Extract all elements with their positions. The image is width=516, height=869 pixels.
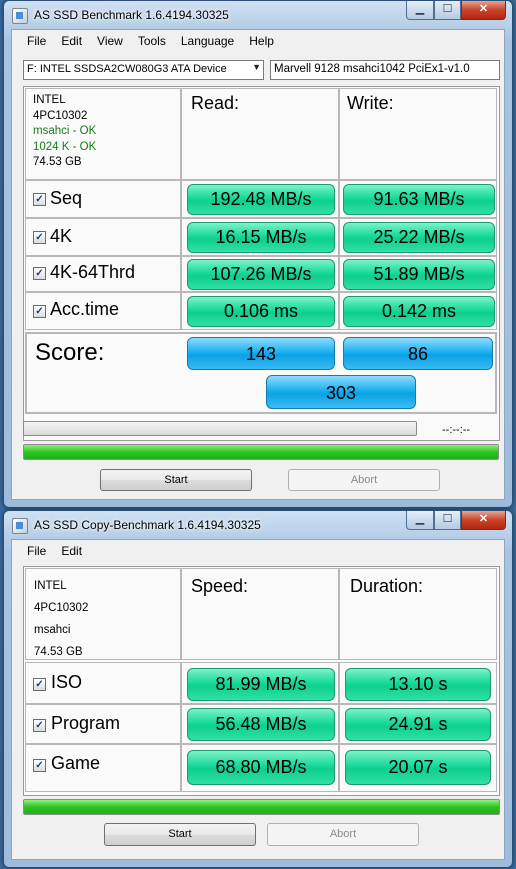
4k64-write-result: 51.89 MB/s <box>343 259 495 290</box>
maximize-button[interactable]: ☐ <box>434 511 461 530</box>
benchmark-window: AS SSD Benchmark 1.6.4194.30325 ▁ ☐ ✕ Fi… <box>3 0 513 508</box>
menu-edit[interactable]: Edit <box>54 30 90 52</box>
menu-bar: File Edit View Tools Language Help <box>12 30 504 52</box>
menu-file[interactable]: File <box>20 30 54 52</box>
device-firmware: 4PC10302 <box>34 602 89 614</box>
4k64-label: 4K-64Thrd <box>50 262 136 282</box>
device-info: INTEL 4PC10302 msahci 74.53 GB <box>34 575 88 663</box>
score-write: 86 <box>343 337 493 370</box>
seq-checkbox[interactable]: ✓ <box>33 193 46 206</box>
score-label: Score: <box>35 339 105 366</box>
device-firmware: 4PC10302 <box>33 109 88 122</box>
game-checkbox[interactable]: ✓ <box>33 759 46 772</box>
start-button[interactable]: Start <box>104 823 256 846</box>
device-size: 74.53 GB <box>34 646 83 658</box>
acctime-label: Acc.time <box>50 299 120 319</box>
results-panel: INTEL 4PC10302 msahci - OK 1024 K - OK 7… <box>23 86 500 441</box>
program-duration-result: 24.91 s <box>345 708 491 741</box>
row-cell <box>25 218 181 256</box>
seq-write-result: 91.63 MB/s <box>343 184 495 215</box>
program-speed-result: 56.48 MB/s <box>187 708 335 741</box>
benchmark-titlebar[interactable]: AS SSD Benchmark 1.6.4194.30325 ▁ ☐ ✕ <box>4 1 512 29</box>
driver-status: msahci - OK <box>33 125 97 137</box>
copy-titlebar[interactable]: AS SSD Copy-Benchmark 1.6.4194.30325 ▁ ☐… <box>4 511 512 539</box>
benchmark-client: File Edit View Tools Language Help F: IN… <box>11 29 505 500</box>
controller-text: Marvell 9128 msahci1042 PciEx1-v1.0 <box>274 63 470 75</box>
speed-header: Speed: <box>191 576 249 596</box>
progress-fill <box>24 800 499 814</box>
menu-edit[interactable]: Edit <box>54 540 90 562</box>
overall-progress-bar <box>23 444 499 460</box>
program-label: Program <box>51 713 121 733</box>
window-title: AS SSD Benchmark 1.6.4194.30325 <box>34 8 229 22</box>
menu-language[interactable]: Language <box>174 30 242 52</box>
close-button[interactable]: ✕ <box>461 1 506 20</box>
drive-select[interactable]: F: INTEL SSDSA2CW080G3 ATA Device ▼ <box>23 60 264 80</box>
abort-button[interactable]: Abort <box>288 469 440 491</box>
4k-label: 4K <box>50 226 73 246</box>
close-button[interactable]: ✕ <box>461 511 506 530</box>
alignment-status: 1024 K - OK <box>33 140 97 153</box>
start-button[interactable]: Start <box>100 469 252 491</box>
4k-write-result: 25.22 MB/s <box>343 222 495 253</box>
device-size: 74.53 GB <box>33 156 82 168</box>
acctime-checkbox[interactable]: ✓ <box>33 305 46 318</box>
acctime-write-result: 0.142 ms <box>343 296 495 327</box>
score-read: 143 <box>187 337 335 370</box>
device-info: INTEL 4PC10302 msahci - OK 1024 K - OK 7… <box>33 93 96 171</box>
acctime-read-result: 0.106 ms <box>187 296 335 327</box>
minimize-button[interactable]: ▁ <box>406 511 434 530</box>
4k-checkbox[interactable]: ✓ <box>33 231 46 244</box>
iso-label: ISO <box>51 672 83 692</box>
write-header: Write: <box>347 93 394 113</box>
chevron-down-icon: ▼ <box>252 62 261 72</box>
copy-progress-bar <box>23 799 500 815</box>
row-cell <box>25 662 181 704</box>
device-vendor: INTEL <box>34 580 67 592</box>
row-cell <box>25 744 181 792</box>
controller-info: Marvell 9128 msahci1042 PciEx1-v1.0 <box>270 60 500 80</box>
4k-read-result: 16.15 MB/s <box>187 222 335 253</box>
menu-help[interactable]: Help <box>242 30 282 52</box>
menu-tools[interactable]: Tools <box>131 30 174 52</box>
game-duration-result: 20.07 s <box>345 750 491 785</box>
elapsed-time: --:--:-- <box>442 424 471 436</box>
seq-label: Seq <box>50 188 83 208</box>
device-vendor: INTEL <box>33 94 66 106</box>
row-cell <box>25 180 181 218</box>
duration-header: Duration: <box>350 576 424 596</box>
app-icon <box>12 518 28 534</box>
read-header: Read: <box>191 93 240 113</box>
copy-benchmark-window: AS SSD Copy-Benchmark 1.6.4194.30325 ▁ ☐… <box>3 510 513 868</box>
app-icon <box>12 8 28 24</box>
menu-view[interactable]: View <box>90 30 131 52</box>
seq-read-result: 192.48 MB/s <box>187 184 335 215</box>
maximize-button[interactable]: ☐ <box>434 1 461 20</box>
4k64-checkbox[interactable]: ✓ <box>33 267 46 280</box>
iso-checkbox[interactable]: ✓ <box>33 678 46 691</box>
iso-speed-result: 81.99 MB/s <box>187 668 335 701</box>
menu-bar: File Edit <box>12 540 504 562</box>
copy-results-panel: INTEL 4PC10302 msahci 74.53 GB Speed: Du… <box>23 566 500 796</box>
driver-name: msahci <box>34 624 71 636</box>
window-title: AS SSD Copy-Benchmark 1.6.4194.30325 <box>34 518 261 532</box>
game-label: Game <box>51 753 101 773</box>
drive-select-value: F: INTEL SSDSA2CW080G3 ATA Device <box>27 63 227 75</box>
abort-button[interactable]: Abort <box>267 823 419 846</box>
progress-fill <box>24 445 498 459</box>
4k64-read-result: 107.26 MB/s <box>187 259 335 290</box>
menu-file[interactable]: File <box>20 540 54 562</box>
game-speed-result: 68.80 MB/s <box>187 750 335 785</box>
iso-duration-result: 13.10 s <box>345 668 491 701</box>
minimize-button[interactable]: ▁ <box>406 1 434 20</box>
program-checkbox[interactable]: ✓ <box>33 719 46 732</box>
benchmark-progress-bar <box>23 421 417 436</box>
score-total: 303 <box>266 375 416 409</box>
copy-client: File Edit INTEL 4PC10302 msahci 74.53 GB… <box>11 539 505 860</box>
